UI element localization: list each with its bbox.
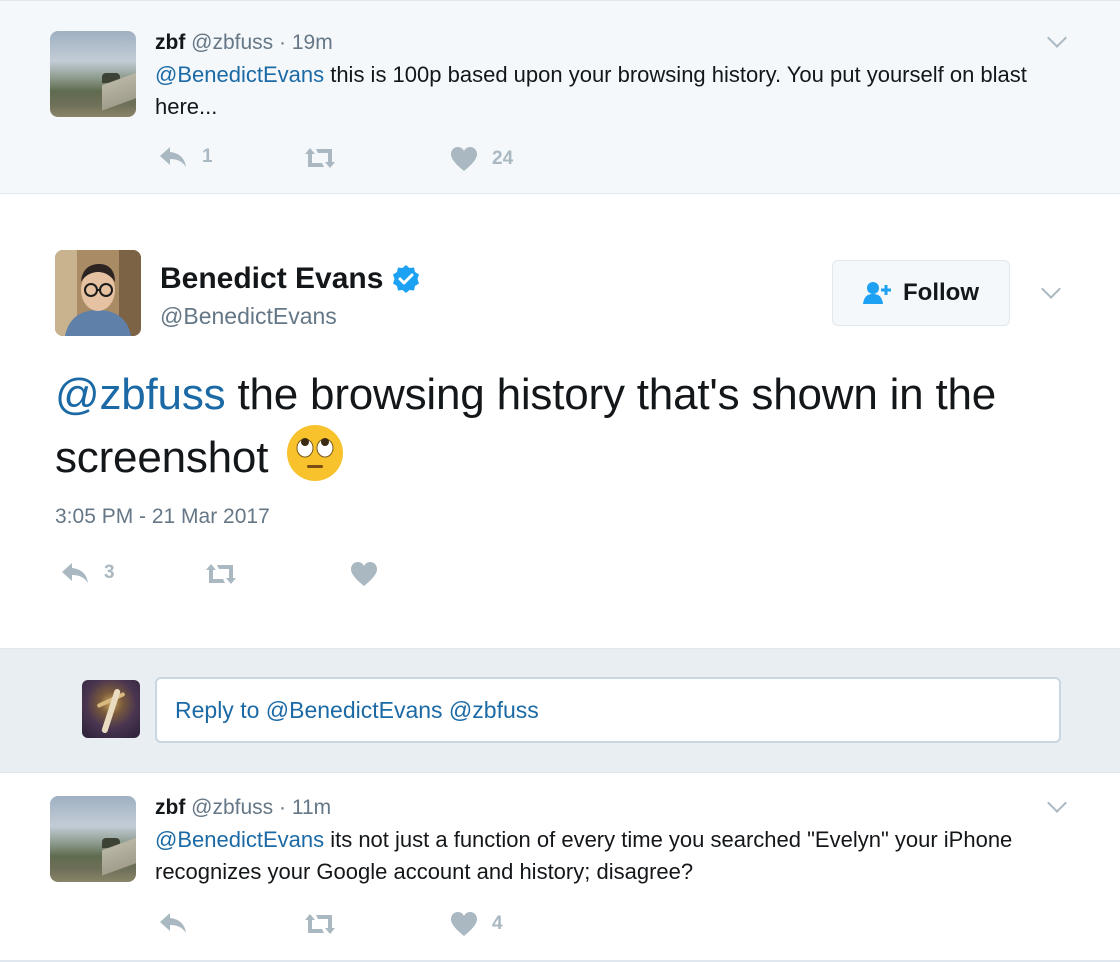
reply-input[interactable]: Reply to @BenedictEvans @zbfuss xyxy=(155,677,1061,743)
heart-icon xyxy=(351,562,377,586)
add-user-icon xyxy=(863,282,891,304)
follow-label: Follow xyxy=(903,279,979,306)
reply-icon xyxy=(160,147,186,167)
heart-icon xyxy=(451,147,477,171)
retweet-action[interactable] xyxy=(203,563,253,585)
chevron-down-icon[interactable] xyxy=(1047,28,1067,48)
zbf-avatar[interactable] xyxy=(50,796,136,882)
like-count: 4 xyxy=(492,913,503,934)
mention-link[interactable]: @zbfuss xyxy=(55,370,226,419)
main-author-name[interactable]: Benedict Evans xyxy=(160,262,421,296)
author-handle[interactable]: @zbfuss xyxy=(191,31,273,54)
zbf-avatar[interactable] xyxy=(50,31,136,117)
tweet-timestamp[interactable]: 3:05 PM - 21 Mar 2017 xyxy=(55,505,270,529)
tweet-time[interactable]: · 19m xyxy=(279,31,333,54)
chevron-down-icon[interactable] xyxy=(1041,279,1061,299)
retweet-action[interactable] xyxy=(302,913,352,935)
author-name[interactable]: zbf xyxy=(155,31,185,54)
like-action[interactable]: 4 xyxy=(450,911,503,937)
parent-tweet[interactable]: zbf @zbfuss · 19m @BenedictEvans this is… xyxy=(0,0,1120,194)
like-action[interactable]: 24 xyxy=(450,146,513,172)
main-author-handle[interactable]: @BenedictEvans xyxy=(160,303,337,330)
author-handle[interactable]: @zbfuss xyxy=(191,796,273,819)
retweet-action[interactable] xyxy=(302,147,352,169)
reply-tweet-text: @BenedictEvans its not just a function o… xyxy=(155,824,1085,888)
reply-action[interactable] xyxy=(158,911,202,935)
benedict-avatar[interactable] xyxy=(55,250,141,336)
like-action[interactable] xyxy=(350,561,392,587)
portrait-image xyxy=(55,250,141,336)
reply-tweet-header: zbf @zbfuss · 11m xyxy=(155,796,331,820)
parent-tweet-header: zbf @zbfuss · 19m xyxy=(155,31,333,55)
chevron-down-icon[interactable] xyxy=(1047,793,1067,813)
tweet-time[interactable]: · 11m xyxy=(279,796,331,819)
reply-icon xyxy=(160,913,186,933)
heart-icon xyxy=(451,912,477,936)
follow-button[interactable]: Follow xyxy=(832,260,1010,326)
retweet-icon xyxy=(305,914,335,934)
parent-tweet-text: @BenedictEvans this is 100p based upon y… xyxy=(155,59,1085,123)
reply-count: 1 xyxy=(202,146,213,167)
reply-count: 3 xyxy=(104,562,115,583)
mention-link[interactable]: @BenedictEvans xyxy=(155,827,324,852)
author-name: Benedict Evans xyxy=(160,262,384,295)
main-tweet-text: @zbfuss the browsing history that's show… xyxy=(55,366,1065,487)
reply-action[interactable]: 1 xyxy=(158,145,213,169)
reply-action[interactable]: 3 xyxy=(60,561,115,585)
like-count: 24 xyxy=(492,148,514,169)
current-user-avatar[interactable] xyxy=(82,680,140,738)
author-name[interactable]: zbf xyxy=(155,796,185,819)
retweet-icon xyxy=(206,564,236,584)
face-with-rolling-eyes-emoji xyxy=(287,425,344,481)
verified-badge-icon xyxy=(393,265,420,293)
reply-placeholder: Reply to @BenedictEvans @zbfuss xyxy=(175,696,539,723)
retweet-icon xyxy=(305,148,335,168)
mention-link[interactable]: @BenedictEvans xyxy=(155,62,324,87)
reply-icon xyxy=(62,563,88,583)
